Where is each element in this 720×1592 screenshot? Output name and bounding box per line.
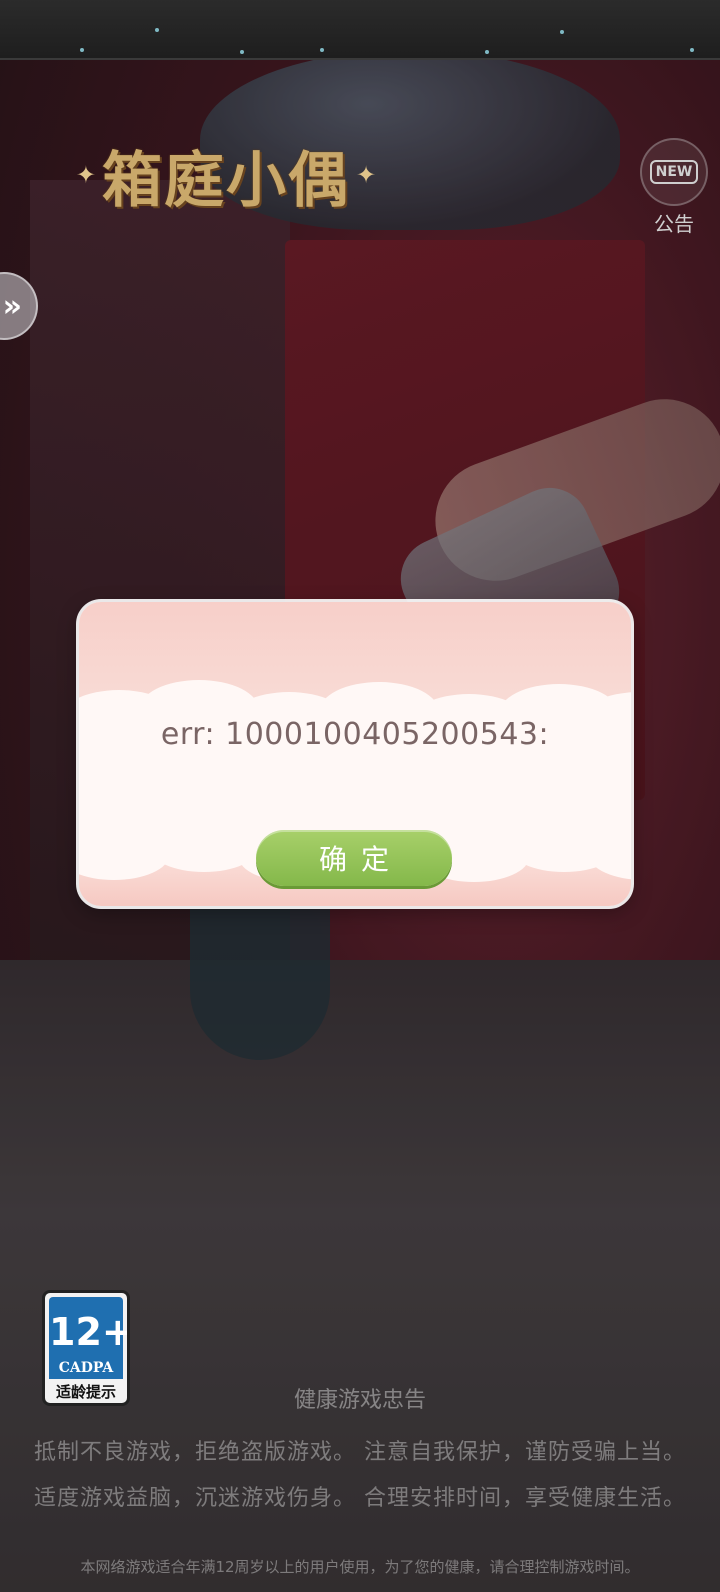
game-logo-text: 箱庭小偶: [102, 145, 350, 216]
game-logo: ✦ 箱庭小偶 ✦: [36, 125, 416, 225]
announcement-label: 公告: [654, 212, 694, 236]
decor-dot: [155, 28, 159, 32]
decor-dot: [240, 50, 244, 54]
health-notice-line-1: 抵制不良游戏，拒绝盗版游戏。 注意自我保护，谨防受骗上当。: [34, 1440, 686, 1465]
decor-dot: [560, 30, 564, 34]
top-status-strip: [0, 0, 720, 60]
announcement-icon: NEW: [640, 138, 708, 206]
confirm-button[interactable]: 确定: [256, 830, 452, 886]
sparkle-icon: ✦: [356, 161, 377, 189]
age-rating-org: CADPA: [49, 1359, 123, 1379]
age-disclaimer: 本网络游戏适合年满12周岁以上的用户使用，为了您的健康，请合理控制游戏时间。: [80, 1558, 640, 1576]
decor-dot: [80, 48, 84, 52]
announcement-button[interactable]: NEW 公告: [640, 138, 708, 236]
health-notice-line-2: 适度游戏益脑，沉迷游戏伤身。 合理安排时间，享受健康生活。: [34, 1486, 686, 1511]
decor-dot: [320, 48, 324, 52]
decor-dot: [690, 48, 694, 52]
error-dialog: err: 1000100405200543: 确定: [79, 602, 631, 906]
new-badge: NEW: [649, 160, 699, 184]
decor-dot: [485, 50, 489, 54]
error-message: err: 1000100405200543:: [160, 717, 550, 752]
sparkle-icon: ✦: [75, 161, 96, 189]
health-notice-title: 健康游戏忠告: [293, 1388, 426, 1413]
double-chevron-right-icon: »: [2, 288, 22, 324]
